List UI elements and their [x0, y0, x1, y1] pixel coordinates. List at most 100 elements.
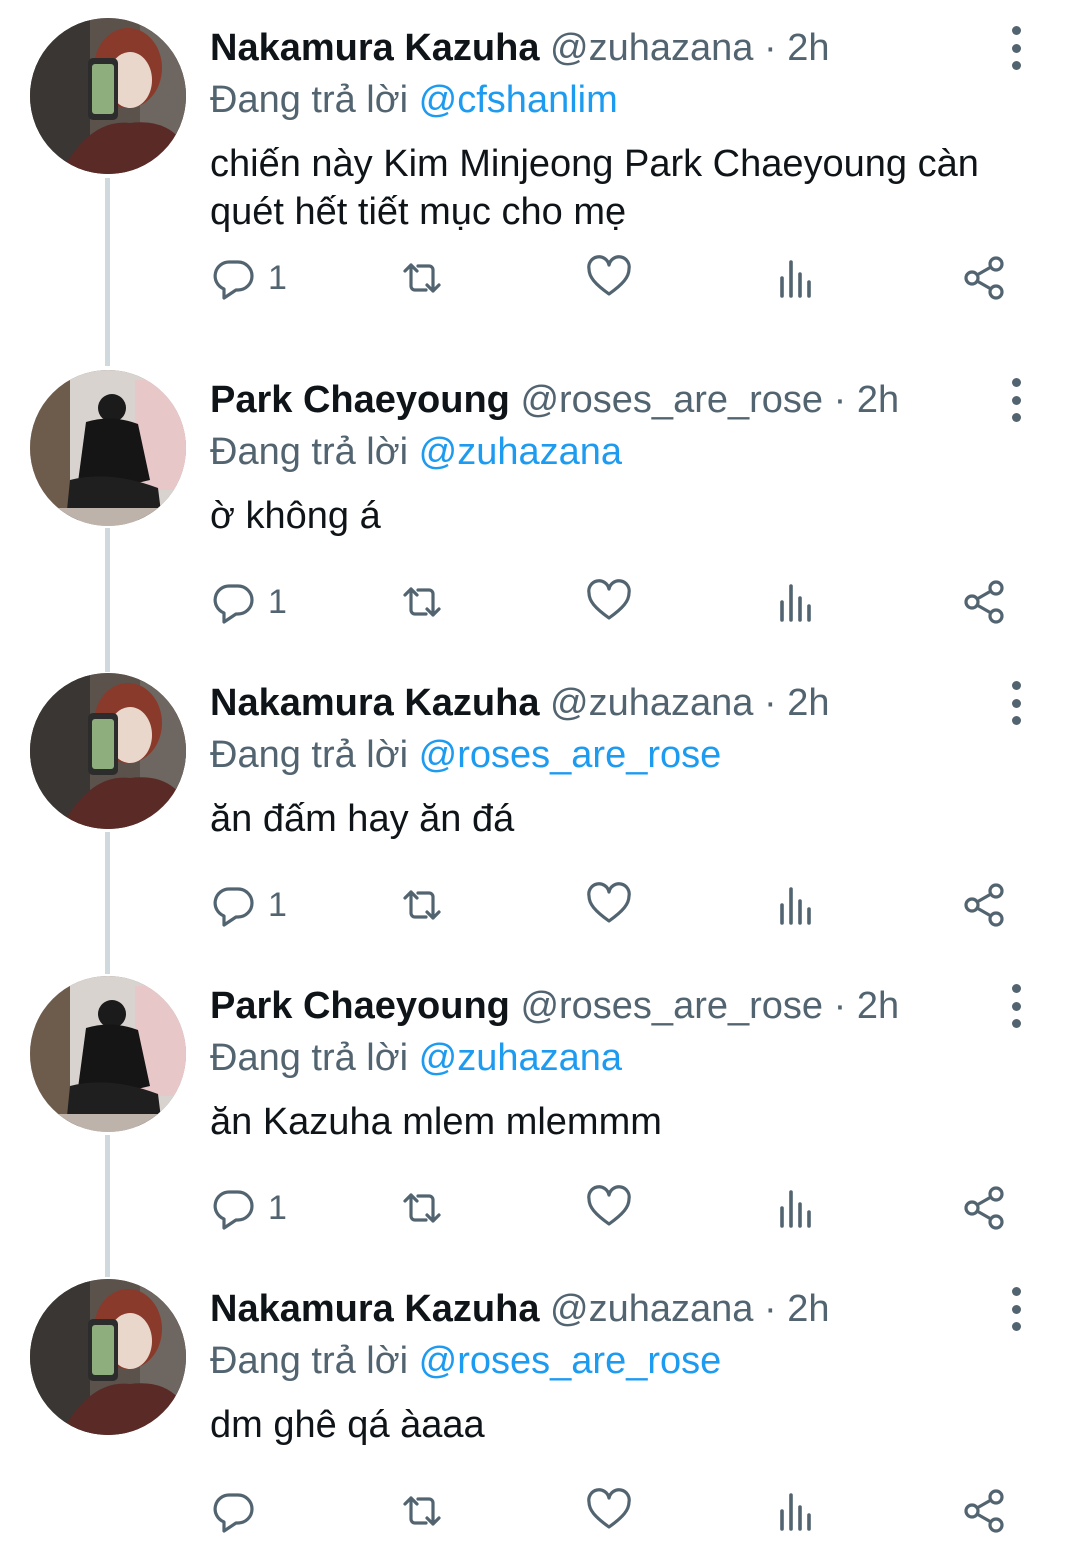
- tweet[interactable]: Nakamura Kazuha @zuhazana · 2h Đang trả …: [0, 1261, 1080, 1564]
- reply-count: 1: [268, 885, 287, 924]
- replying-to-line: Đang trả lời @roses_are_rose: [210, 729, 721, 781]
- retweet-icon: [403, 890, 441, 920]
- reply-icon: [213, 260, 254, 300]
- timestamp[interactable]: 2h: [787, 27, 829, 69]
- heart-icon: [587, 579, 631, 620]
- display-name[interactable]: Nakamura Kazuha: [210, 682, 539, 724]
- more-options-button[interactable]: [996, 984, 1036, 1028]
- timestamp[interactable]: 2h: [787, 1288, 829, 1330]
- share-button[interactable]: [960, 877, 1008, 933]
- tweet[interactable]: Park Chaeyoung @roses_are_rose · 2h Đang…: [0, 958, 1080, 1261]
- user-handle[interactable]: @zuhazana: [550, 1288, 753, 1330]
- replying-to-mention[interactable]: @roses_are_rose: [419, 734, 722, 776]
- tweet-text: ăn đấm hay ăn đá: [210, 798, 515, 840]
- timestamp[interactable]: 2h: [857, 985, 899, 1027]
- replying-to-mention[interactable]: @zuhazana: [419, 431, 622, 473]
- more-options-button[interactable]: [996, 681, 1036, 725]
- replying-to-mention[interactable]: @roses_are_rose: [419, 1340, 722, 1382]
- retweet-button[interactable]: [398, 1483, 446, 1539]
- views-button[interactable]: [772, 1180, 820, 1236]
- avatar[interactable]: [30, 976, 186, 1132]
- reply-button[interactable]: 1: [210, 877, 287, 933]
- share-button[interactable]: [960, 250, 1008, 306]
- views-button[interactable]: [772, 574, 820, 630]
- tweet-header: Nakamura Kazuha @zuhazana · 2h: [210, 22, 829, 74]
- avatar[interactable]: [30, 370, 186, 526]
- tweet-actions: 1: [210, 1180, 1030, 1236]
- heart-icon: [587, 1488, 631, 1529]
- avatar[interactable]: [30, 18, 186, 174]
- share-button[interactable]: [960, 1180, 1008, 1236]
- tweet-actions: 1: [210, 574, 1030, 630]
- views-button[interactable]: [772, 877, 820, 933]
- user-handle[interactable]: @roses_are_rose: [520, 985, 823, 1027]
- reply-count: 1: [268, 582, 287, 621]
- more-options-button[interactable]: [996, 1287, 1036, 1331]
- tweet[interactable]: Nakamura Kazuha @zuhazana · 2h Đang trả …: [0, 655, 1080, 958]
- tweet[interactable]: Park Chaeyoung @roses_are_rose · 2h Đang…: [0, 352, 1080, 655]
- reply-button[interactable]: [210, 1483, 268, 1539]
- tweet-text: ăn Kazuha mlem mlemmm: [210, 1101, 662, 1143]
- user-handle[interactable]: @roses_are_rose: [520, 379, 823, 421]
- display-name[interactable]: Nakamura Kazuha: [210, 1288, 539, 1330]
- replying-to-label: Đang trả lời: [210, 1037, 409, 1079]
- more-options-button[interactable]: [996, 378, 1036, 422]
- reply-icon: [213, 1493, 254, 1533]
- more-options-button[interactable]: [996, 26, 1036, 70]
- tweet-text: dm ghê qá àaaa: [210, 1404, 485, 1446]
- replying-to-mention[interactable]: @zuhazana: [419, 1037, 622, 1079]
- replying-to-label: Đang trả lời: [210, 734, 409, 776]
- replying-to-line: Đang trả lời @zuhazana: [210, 1032, 622, 1084]
- heart-icon: [587, 1185, 631, 1226]
- tweet-header: Park Chaeyoung @roses_are_rose · 2h: [210, 374, 899, 426]
- heart-icon: [587, 255, 631, 296]
- reply-button[interactable]: 1: [210, 574, 287, 630]
- display-name[interactable]: Park Chaeyoung: [210, 379, 510, 421]
- retweet-button[interactable]: [398, 574, 446, 630]
- views-button[interactable]: [772, 1483, 820, 1539]
- display-name[interactable]: Nakamura Kazuha: [210, 27, 539, 69]
- tweet-header: Park Chaeyoung @roses_are_rose · 2h: [210, 980, 899, 1032]
- retweet-button[interactable]: [398, 877, 446, 933]
- tweet-header: Nakamura Kazuha @zuhazana · 2h: [210, 1283, 829, 1335]
- views-icon: [780, 1190, 811, 1228]
- more-icon: [1011, 26, 1021, 35]
- like-button[interactable]: [585, 574, 633, 630]
- share-icon: [964, 580, 1004, 624]
- like-button[interactable]: [585, 1180, 633, 1236]
- share-button[interactable]: [960, 574, 1008, 630]
- tweet-actions: [210, 1483, 1030, 1539]
- retweet-button[interactable]: [398, 1180, 446, 1236]
- like-button[interactable]: [585, 877, 633, 933]
- avatar-kazuha-image: [30, 1279, 186, 1435]
- avatar[interactable]: [30, 673, 186, 829]
- avatar[interactable]: [30, 1279, 186, 1435]
- like-button[interactable]: [585, 250, 633, 306]
- share-icon: [964, 256, 1004, 300]
- tweet-text: chiến này Kim Minjeong Park Chaeyoung cà…: [210, 143, 979, 233]
- reply-icon: [213, 584, 254, 624]
- tweet[interactable]: Nakamura Kazuha @zuhazana · 2h Đang trả …: [0, 0, 1080, 303]
- timestamp[interactable]: 2h: [787, 682, 829, 724]
- display-name[interactable]: Park Chaeyoung: [210, 985, 510, 1027]
- more-icon: [1011, 1287, 1021, 1296]
- reply-button[interactable]: 1: [210, 250, 287, 306]
- retweet-icon: [403, 1496, 441, 1526]
- separator-dot: ·: [763, 27, 777, 69]
- views-button[interactable]: [772, 250, 820, 306]
- timestamp[interactable]: 2h: [857, 379, 899, 421]
- replying-to-mention[interactable]: @cfshanlim: [419, 79, 618, 121]
- avatar-chaeyoung-image: [30, 370, 186, 526]
- tweet-actions: 1: [210, 877, 1030, 933]
- views-icon: [780, 1493, 811, 1531]
- reply-button[interactable]: 1: [210, 1180, 287, 1236]
- separator-dot: ·: [763, 1288, 777, 1330]
- user-handle[interactable]: @zuhazana: [550, 27, 753, 69]
- share-button[interactable]: [960, 1483, 1008, 1539]
- more-icon: [1011, 984, 1021, 993]
- more-icon: [1011, 378, 1021, 387]
- retweet-icon: [403, 263, 441, 293]
- user-handle[interactable]: @zuhazana: [550, 682, 753, 724]
- retweet-button[interactable]: [398, 250, 446, 306]
- like-button[interactable]: [585, 1483, 633, 1539]
